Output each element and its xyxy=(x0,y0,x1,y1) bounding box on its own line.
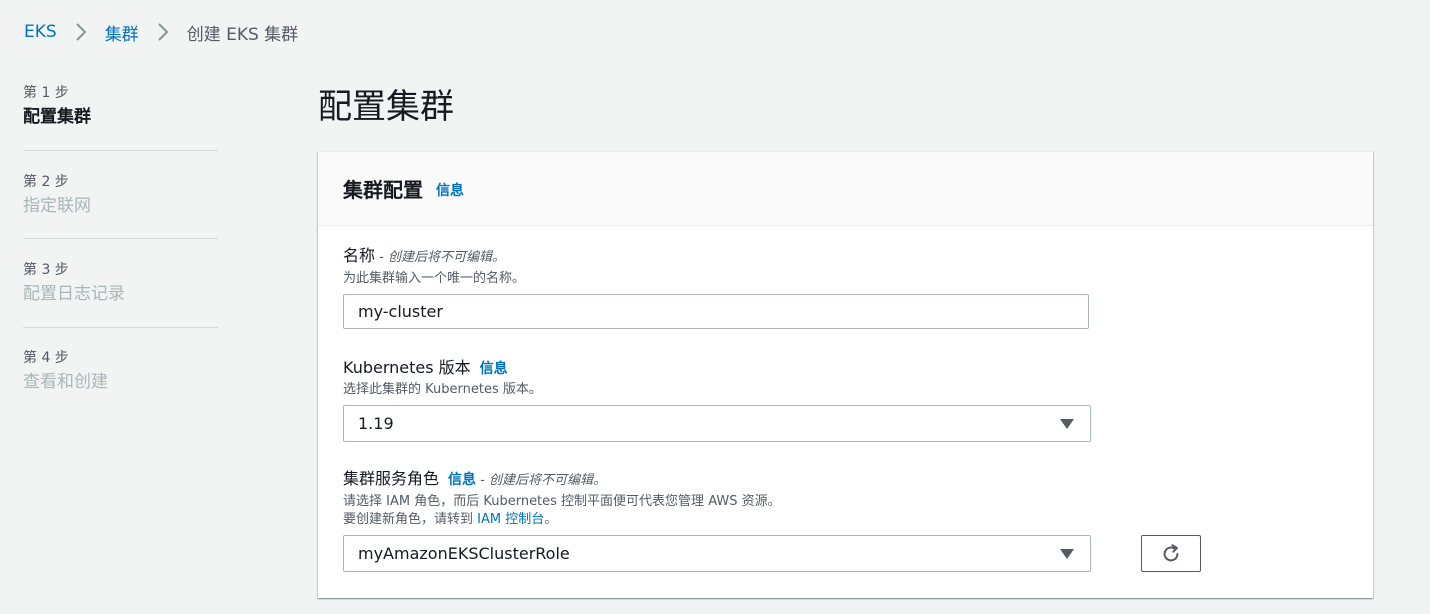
role-description-line2: 要创建新角色，请转到 IAM 控制台。 xyxy=(343,511,1203,529)
wizard-steps: 第 1 步 配置集群 第 2 步 指定联网 第 3 步 配置日志记录 第 4 步… xyxy=(23,84,218,393)
step-name: 查看和创建 xyxy=(23,372,108,392)
cluster-service-role-field: 集群服务角色 信息 - 创建后将不可编辑。 请选择 IAM 角色，而后 Kuber… xyxy=(343,469,1203,572)
name-label: 名称 xyxy=(343,246,376,265)
kubernetes-version-select[interactable]: 1.19 xyxy=(343,405,1091,442)
version-info-link[interactable]: 信息 xyxy=(480,361,508,377)
step-4: 第 4 步 查看和创建 xyxy=(23,328,218,393)
name-separator: - xyxy=(375,250,388,265)
panel-header: 集群配置 信息 xyxy=(318,152,1373,226)
step-number: 第 4 步 xyxy=(23,350,69,366)
cluster-name-input[interactable] xyxy=(343,294,1089,329)
breadcrumb-eks-link[interactable]: EKS xyxy=(24,22,57,42)
iam-console-link[interactable]: IAM 控制台 xyxy=(477,512,544,527)
cluster-configuration-panel: 集群配置 信息 名称 - 创建后将不可编辑。 为此集群输入一个唯一的名称。 Ku… xyxy=(318,151,1373,598)
breadcrumb: EKS 集群 创建 EKS 集群 xyxy=(24,20,299,45)
role-constraint: 创建后将不可编辑。 xyxy=(488,473,606,488)
role-separator: - xyxy=(476,473,489,488)
version-selected-value: 1.19 xyxy=(358,414,394,433)
name-constraint: 创建后将不可编辑。 xyxy=(387,250,505,265)
name-field: 名称 - 创建后将不可编辑。 为此集群输入一个唯一的名称。 xyxy=(343,246,1089,329)
role-select-row: myAmazonEKSClusterRole xyxy=(343,535,1203,572)
kubernetes-version-field: Kubernetes 版本 信息 选择此集群的 Kubernetes 版本。 1.… xyxy=(343,358,1091,442)
breadcrumb-current: 创建 EKS 集群 xyxy=(186,24,299,45)
name-description: 为此集群输入一个唯一的名称。 xyxy=(343,271,526,286)
role-selected-value: myAmazonEKSClusterRole xyxy=(358,544,570,563)
role-description-line1: 请选择 IAM 角色，而后 Kubernetes 控制平面便可代表您管理 AWS… xyxy=(343,494,781,509)
page-title: 配置集群 xyxy=(318,87,454,127)
panel-info-link[interactable]: 信息 xyxy=(436,180,464,200)
step-number: 第 1 步 xyxy=(23,85,69,101)
refresh-roles-button[interactable] xyxy=(1141,535,1201,572)
role-label-row: 集群服务角色 信息 - 创建后将不可编辑。 xyxy=(343,469,1203,491)
step-1: 第 1 步 配置集群 xyxy=(23,84,218,151)
caret-down-icon xyxy=(1060,548,1074,559)
role-description-prefix: 要创建新角色，请转到 xyxy=(343,512,478,527)
refresh-icon xyxy=(1163,543,1179,561)
role-info-link[interactable]: 信息 xyxy=(448,472,476,488)
breadcrumb-clusters-link[interactable]: 集群 xyxy=(105,20,139,45)
step-name: 指定联网 xyxy=(23,196,91,216)
step-name: 配置日志记录 xyxy=(23,284,125,304)
version-label-row: Kubernetes 版本 信息 xyxy=(343,358,1091,379)
step-name: 配置集群 xyxy=(23,107,91,127)
version-description: 选择此集群的 Kubernetes 版本。 xyxy=(343,382,542,397)
panel-title: 集群配置 xyxy=(343,178,423,202)
cluster-service-role-select[interactable]: myAmazonEKSClusterRole xyxy=(343,535,1091,572)
chevron-right-icon xyxy=(71,22,91,42)
name-label-row: 名称 - 创建后将不可编辑。 xyxy=(343,246,1089,268)
chevron-right-icon xyxy=(153,22,173,42)
caret-down-icon xyxy=(1060,418,1074,429)
step-2: 第 2 步 指定联网 xyxy=(23,151,218,239)
step-number: 第 3 步 xyxy=(23,262,69,278)
version-label: Kubernetes 版本 xyxy=(343,358,471,377)
step-3: 第 3 步 配置日志记录 xyxy=(23,239,218,328)
role-label: 集群服务角色 xyxy=(343,469,440,488)
step-number: 第 2 步 xyxy=(23,174,69,190)
role-description-suffix: 。 xyxy=(544,512,558,527)
